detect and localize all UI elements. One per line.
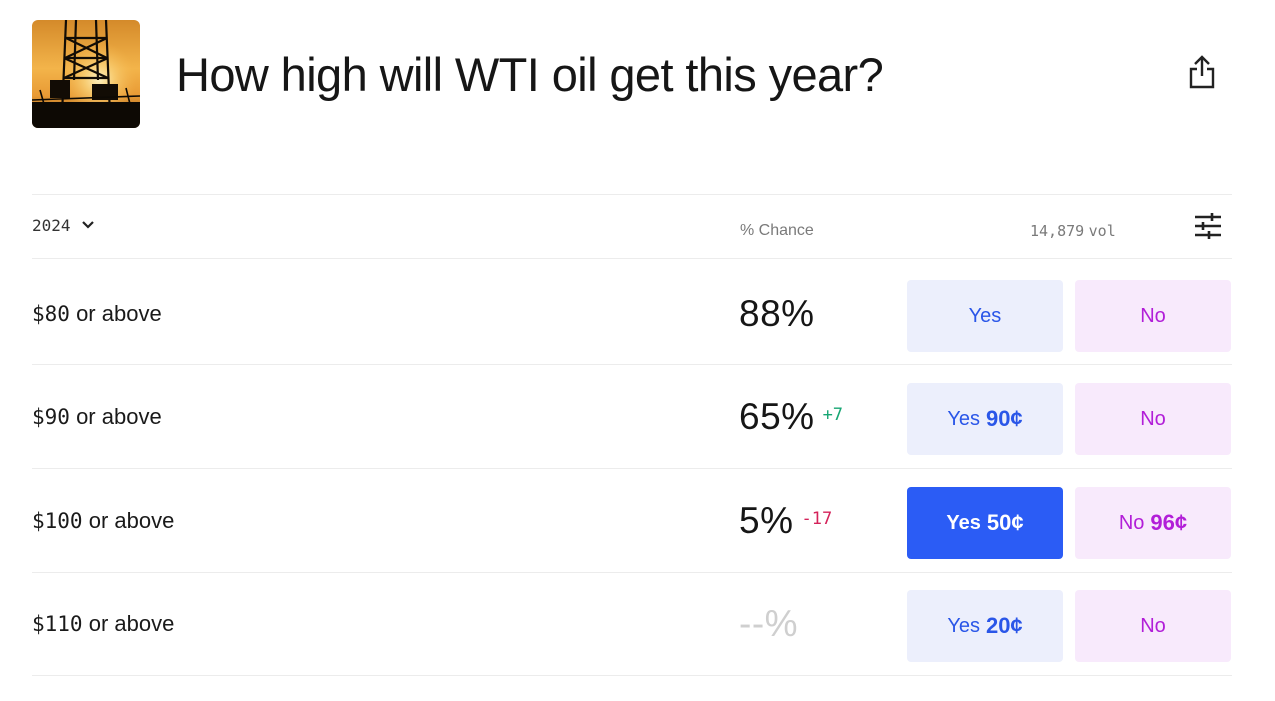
no-label: No bbox=[1118, 511, 1145, 534]
oil-rig-sunset-image bbox=[32, 20, 140, 128]
yes-label: Yes bbox=[947, 407, 980, 430]
market-amount: $80 bbox=[32, 302, 70, 326]
market-label: $100 or above bbox=[32, 469, 174, 573]
market-label: $90 or above bbox=[32, 365, 162, 469]
market-amount: $90 bbox=[32, 405, 70, 429]
yes-price: 90¢ bbox=[985, 406, 1023, 431]
market-suffix: or above bbox=[88, 508, 175, 533]
chance-column-header: % Chance bbox=[740, 222, 814, 239]
year-dropdown[interactable]: 2024 bbox=[32, 216, 95, 235]
table-header: 2024 % Chance 14,879 vol bbox=[32, 196, 1232, 258]
no-button[interactable]: No bbox=[1075, 280, 1231, 352]
page-title: How high will WTI oil get this year? bbox=[176, 48, 884, 101]
volume-unit: vol bbox=[1088, 222, 1116, 240]
yes-label: Yes bbox=[946, 511, 981, 534]
no-label: No bbox=[1140, 407, 1166, 430]
market-row: $100 or above 5% -17 Yes 50¢ No 96¢ bbox=[32, 469, 1232, 573]
market-chance: 5% -17 bbox=[739, 469, 832, 573]
no-button[interactable]: No bbox=[1075, 590, 1231, 662]
year-value: 2024 bbox=[32, 216, 71, 235]
chance-value: 88% bbox=[739, 293, 815, 334]
no-label: No bbox=[1140, 614, 1166, 637]
chance-delta: +7 bbox=[822, 405, 844, 425]
yes-button[interactable]: Yes 20¢ bbox=[907, 590, 1063, 662]
divider bbox=[32, 194, 1232, 195]
no-label: No bbox=[1140, 304, 1166, 327]
market-suffix: or above bbox=[88, 611, 175, 636]
share-button[interactable] bbox=[1184, 54, 1220, 94]
market-amount: $100 bbox=[32, 509, 83, 533]
market-label: $110 or above bbox=[32, 572, 174, 676]
yes-price: 20¢ bbox=[985, 613, 1023, 638]
no-button[interactable]: No 96¢ bbox=[1075, 487, 1231, 559]
yes-label: Yes bbox=[947, 614, 980, 637]
market-chance: 65% +7 bbox=[739, 365, 843, 469]
share-icon bbox=[1188, 54, 1216, 95]
yes-button[interactable]: Yes bbox=[907, 280, 1063, 352]
market-row: $110 or above --% Yes 20¢ No bbox=[32, 572, 1232, 676]
chevron-down-icon bbox=[81, 217, 95, 235]
chance-delta: -17 bbox=[801, 509, 833, 529]
no-price: 96¢ bbox=[1150, 510, 1188, 535]
market-chance: 88% bbox=[739, 262, 815, 366]
market-label: $80 or above bbox=[32, 262, 162, 366]
volume-value: 14,879 bbox=[1030, 222, 1085, 240]
market-row: $80 or above 88% Yes No bbox=[32, 262, 1232, 366]
divider bbox=[32, 258, 1232, 259]
volume-label: 14,879 vol bbox=[1030, 222, 1116, 241]
filter-button[interactable] bbox=[1192, 212, 1224, 244]
chance-value: 65% bbox=[739, 396, 815, 437]
market-suffix: or above bbox=[76, 404, 162, 429]
yes-button[interactable]: Yes 90¢ bbox=[907, 383, 1063, 455]
market-chance: --% bbox=[739, 572, 798, 676]
yes-label: Yes bbox=[968, 304, 1002, 327]
sliders-icon bbox=[1193, 212, 1223, 245]
yes-price: 50¢ bbox=[986, 510, 1024, 535]
yes-button[interactable]: Yes 50¢ bbox=[907, 487, 1063, 559]
no-button[interactable]: No bbox=[1075, 383, 1231, 455]
market-amount: $110 bbox=[32, 612, 83, 636]
market-suffix: or above bbox=[76, 301, 162, 326]
market-row: $90 or above 65% +7 Yes 90¢ No bbox=[32, 365, 1232, 469]
chance-value: 5% bbox=[739, 500, 794, 541]
chance-value: --% bbox=[739, 603, 799, 644]
